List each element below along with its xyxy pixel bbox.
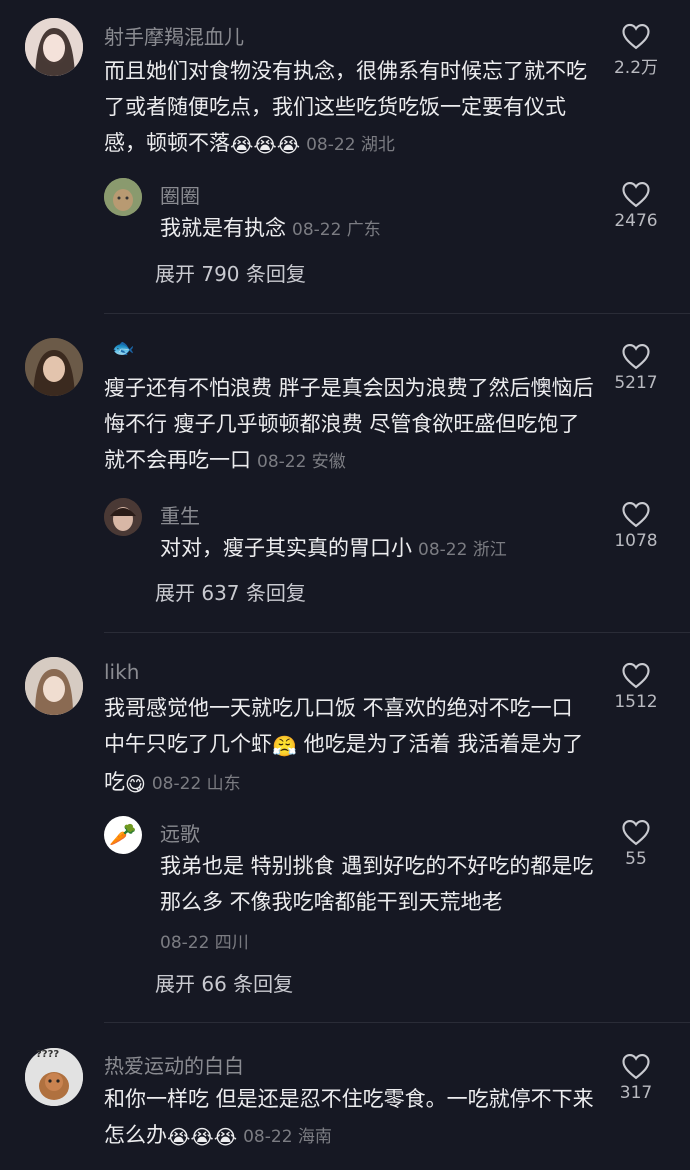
reply-meta: 08-22 广东	[292, 220, 381, 240]
like-button[interactable]: 1512	[606, 661, 666, 712]
avatar[interactable]	[25, 18, 83, 76]
expand-replies-button[interactable]: 展开 790 条回复	[155, 258, 306, 287]
like-button[interactable]: 317	[606, 1052, 666, 1103]
fish-badge-icon: 🐟	[112, 338, 135, 359]
comment-text: 我哥感觉他一天就吃几口饭 不喜欢的绝对不吃一口 中午只吃了几个虾😤 他吃是为了活…	[104, 690, 599, 802]
like-button[interactable]: 5217	[606, 342, 666, 393]
reply-username[interactable]: 圈圈	[160, 180, 200, 209]
reply-username[interactable]: 重生	[160, 500, 200, 529]
comment-body: 瘦子还有不怕浪费 胖子是真会因为浪费了然后懊恼后悔不行 瘦子几乎顿顿都浪费 尽管…	[104, 376, 594, 472]
avatar[interactable]	[25, 657, 83, 715]
heart-outline-icon[interactable]	[621, 1052, 651, 1080]
comment-text: 瘦子还有不怕浪费 胖子是真会因为浪费了然后懊恼后悔不行 瘦子几乎顿顿都浪费 尽管…	[104, 370, 594, 480]
comment-text: 而且她们对食物没有执念，很佛系有时候忘了就不吃了或者随便吃点，我们这些吃货吃饭一…	[104, 53, 594, 163]
comment-meta: 08-22 安徽	[257, 452, 346, 472]
avatar[interactable]	[104, 178, 142, 216]
like-count: 1512	[614, 692, 658, 712]
comment-username[interactable]: likh	[104, 660, 139, 684]
divider	[104, 313, 690, 314]
comment-meta: 08-22 海南	[243, 1127, 332, 1147]
like-button[interactable]: 2.2万	[606, 22, 666, 78]
heart-outline-icon[interactable]	[621, 342, 651, 370]
like-count: 317	[619, 1083, 653, 1103]
reply-text: 我弟也是 特别挑食 遇到好吃的不好吃的都是吃那么多 不像我吃啥都能干到天荒地老	[160, 854, 594, 914]
reply-text: 对对，瘦子其实真的胃口小 08-22 浙江	[160, 530, 590, 568]
angry-emoji: 😤	[272, 734, 297, 758]
crying-emoji: 😭😭😭	[230, 133, 301, 157]
comment-username[interactable]: 热爱运动的白白	[104, 1050, 244, 1079]
like-button[interactable]: 55	[606, 818, 666, 869]
like-count: 5217	[614, 373, 658, 393]
like-count: 1078	[614, 531, 658, 551]
expand-replies-button[interactable]: 展开 637 条回复	[155, 577, 306, 606]
heart-outline-icon[interactable]	[621, 22, 651, 50]
heart-outline-icon[interactable]	[621, 661, 651, 689]
comment-username[interactable]: 射手摩羯混血儿	[104, 21, 244, 50]
avatar-caption: ????	[36, 1049, 60, 1060]
heart-outline-icon[interactable]	[621, 818, 651, 846]
reply-meta: 08-22 四川	[160, 933, 249, 953]
heart-outline-icon[interactable]	[621, 180, 651, 208]
carrot-avatar-icon[interactable]: 🥕	[104, 816, 142, 854]
reply-meta: 08-22 浙江	[418, 540, 507, 560]
comment-text: 和你一样吃 但是还是忍不住吃零食。一吃就停不下来 怎么办😭😭😭 08-22 海南	[104, 1081, 594, 1155]
reply-username[interactable]: 远歌	[160, 818, 200, 847]
like-button[interactable]: 2476	[606, 180, 666, 231]
like-count: 55	[625, 849, 647, 869]
avatar[interactable]	[104, 498, 142, 536]
divider	[104, 1022, 690, 1023]
like-count: 2476	[614, 211, 658, 231]
reply-body: 对对，瘦子其实真的胃口小	[160, 536, 412, 560]
divider	[104, 632, 690, 633]
heart-outline-icon[interactable]	[621, 500, 651, 528]
avatar[interactable]	[25, 338, 83, 396]
reply-body: 我就是有执念	[160, 216, 286, 240]
expand-replies-button[interactable]: 展开 66 条回复	[155, 968, 293, 997]
comment-meta: 08-22 湖北	[306, 135, 395, 155]
reply-text: 我就是有执念 08-22 广东	[160, 210, 590, 248]
like-count: 2.2万	[613, 58, 659, 78]
like-button[interactable]: 1078	[606, 500, 666, 551]
crying-emoji: 😭😭😭	[167, 1125, 238, 1149]
yum-emoji: 😋	[125, 772, 146, 796]
comment-meta: 08-22 山东	[151, 774, 241, 794]
